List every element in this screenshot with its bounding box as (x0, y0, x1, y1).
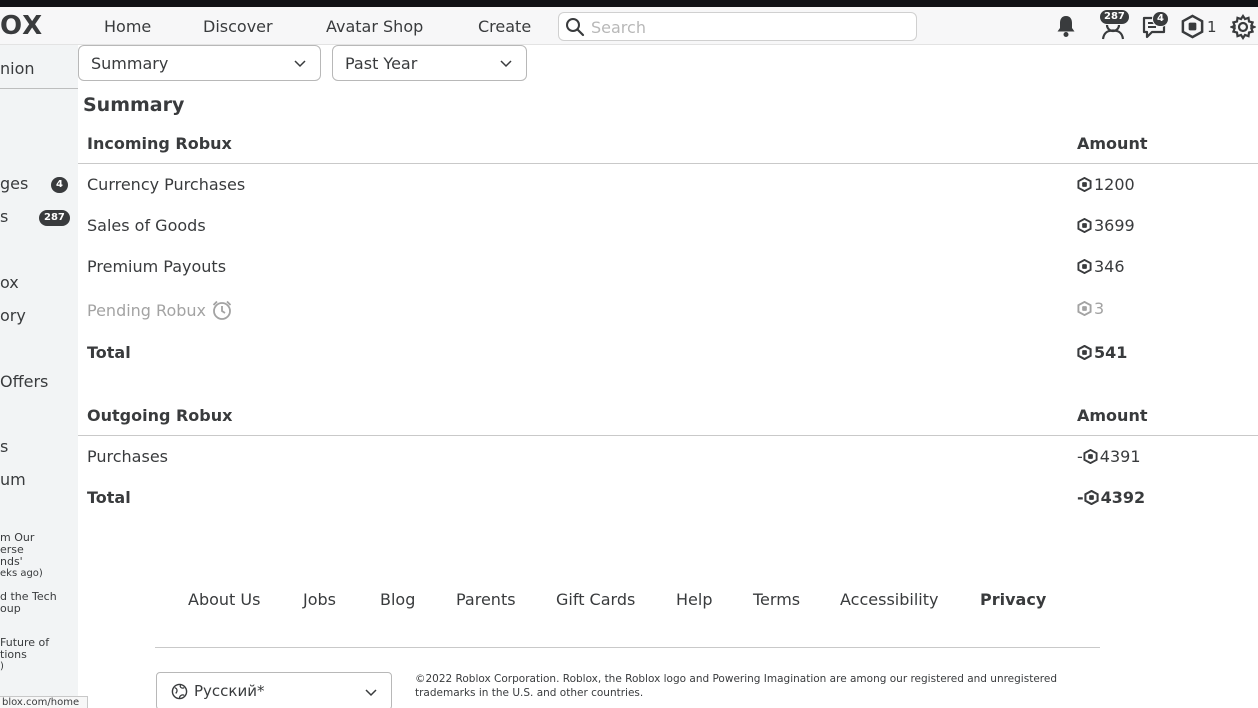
row-pending-robux-label: Pending Robux (87, 299, 233, 321)
event-title-line: tions (0, 648, 27, 661)
incoming-header: Incoming Robux (87, 134, 232, 153)
amount-value: 1200 (1094, 175, 1135, 194)
time-period-select[interactable]: Past Year (332, 45, 527, 81)
top-navbar: OX Home Discover Avatar Shop Create 287 … (0, 7, 1258, 45)
sidebar-item-robux[interactable]: ox (0, 273, 19, 292)
sidebar-item-messages[interactable]: ges (0, 174, 28, 193)
search-input[interactable] (591, 16, 911, 38)
globe-icon (171, 683, 188, 700)
alarm-clock-icon[interactable] (211, 299, 233, 321)
row-purchases-amount: -4391 (1077, 447, 1141, 466)
sidebar-messages-badge: 4 (51, 177, 68, 193)
row-purchases-label: Purchases (87, 447, 168, 466)
robux-icon (1077, 301, 1092, 316)
sidebar-item-friends[interactable]: s (0, 207, 8, 226)
row-sales-of-goods-amount: 3699 (1077, 216, 1135, 235)
event-title-line: nds' (0, 555, 23, 568)
search-box[interactable] (558, 12, 917, 41)
amount-value: 346 (1094, 257, 1125, 276)
copyright-line-1: ©2022 Roblox Corporation. Roblox, the Ro… (415, 673, 1057, 685)
nav-create-link[interactable]: Create (478, 17, 531, 36)
transaction-type-select[interactable]: Summary (78, 45, 321, 81)
robux-icon (1084, 490, 1099, 505)
amount-value: 3699 (1094, 216, 1135, 235)
window-top-strip (0, 0, 1258, 7)
search-icon (566, 18, 585, 37)
row-currency-purchases-label: Currency Purchases (87, 175, 246, 194)
amount-value: 4392 (1100, 488, 1146, 507)
robux-icon (1077, 345, 1092, 360)
outgoing-total-label: Total (87, 488, 131, 507)
footer-help-link[interactable]: Help (676, 590, 712, 609)
incoming-total-amount: 541 (1077, 343, 1127, 362)
amount-value: 541 (1094, 343, 1128, 362)
amount-sign: - (1077, 488, 1084, 507)
row-pending-robux-amount: 3 (1077, 299, 1104, 318)
friends-badge: 287 (1099, 9, 1130, 25)
robux-icon (1083, 449, 1098, 464)
chevron-down-icon (294, 60, 306, 68)
sidebar-item-blog[interactable]: s (0, 437, 8, 456)
language-select[interactable]: Русский* (156, 672, 392, 708)
language-value: Русский* (194, 682, 265, 700)
robux-icon[interactable] (1180, 14, 1205, 39)
footer-gift-cards-link[interactable]: Gift Cards (556, 590, 635, 609)
pending-label-text: Pending Robux (87, 301, 206, 320)
incoming-header-divider (78, 163, 1258, 164)
event-time: eks ago) (0, 568, 43, 579)
transactions-content: Summary Past Year Summary Incoming Robux… (78, 45, 1258, 708)
footer-privacy-link[interactable]: Privacy (980, 590, 1046, 609)
footer-terms-link[interactable]: Terms (753, 590, 800, 609)
robux-balance[interactable]: 1 (1207, 18, 1217, 36)
nav-discover-link[interactable]: Discover (203, 17, 273, 36)
sidebar-friends-badge: 287 (39, 210, 70, 226)
copyright-line-2: trademarks in the U.S. and other countri… (415, 687, 644, 699)
incoming-total-label: Total (87, 343, 131, 362)
bell-icon[interactable] (1053, 13, 1079, 39)
roblox-logo[interactable]: OX (0, 11, 43, 41)
nav-avatar-shop-link[interactable]: Avatar Shop (326, 17, 423, 36)
sidebar-item-premium[interactable]: um (0, 470, 26, 489)
status-url-tooltip: blox.com/home (0, 696, 88, 708)
gear-icon[interactable] (1230, 14, 1256, 40)
robux-icon (1077, 259, 1092, 274)
outgoing-header: Outgoing Robux (87, 406, 233, 425)
footer-jobs-link[interactable]: Jobs (303, 590, 336, 609)
sidebar-divider (0, 88, 78, 89)
amount-value: 3 (1094, 299, 1105, 318)
sidebar-item-trade-offers[interactable]: Offers (0, 372, 48, 391)
row-premium-payouts-amount: 346 (1077, 257, 1125, 276)
chevron-down-icon (500, 60, 512, 68)
robux-icon (1077, 177, 1092, 192)
row-currency-purchases-amount: 1200 (1077, 175, 1135, 194)
event-title-line: oup (0, 602, 21, 615)
event-time: ) (0, 661, 4, 672)
outgoing-amount-header: Amount (1077, 406, 1148, 425)
amount-value: 4391 (1099, 447, 1141, 466)
copyright-text: ©2022 Roblox Corporation. Roblox, the Ro… (415, 672, 1075, 700)
row-sales-of-goods-label: Sales of Goods (87, 216, 206, 235)
outgoing-header-divider (78, 435, 1258, 436)
transaction-type-value: Summary (91, 54, 169, 73)
footer-parents-link[interactable]: Parents (456, 590, 516, 609)
messages-badge: 4 (1152, 11, 1169, 27)
robux-icon (1077, 218, 1092, 233)
sidebar-item-inventory[interactable]: ory (0, 306, 26, 325)
footer-accessibility-link[interactable]: Accessibility (840, 590, 938, 609)
outgoing-total-amount: -4392 (1077, 488, 1145, 507)
summary-title: Summary (83, 94, 185, 116)
sidebar-item-profile[interactable]: nion (0, 59, 35, 78)
footer-blog-link[interactable]: Blog (380, 590, 415, 609)
row-premium-payouts-label: Premium Payouts (87, 257, 227, 276)
incoming-amount-header: Amount (1077, 134, 1148, 153)
chevron-down-icon (365, 689, 377, 697)
footer-divider (155, 647, 1100, 648)
footer-about-us-link[interactable]: About Us (188, 590, 260, 609)
nav-home-link[interactable]: Home (104, 17, 151, 36)
left-sidebar: nion ges 4 s 287 ox ory Offers s um m Ou… (0, 45, 78, 708)
time-period-value: Past Year (345, 54, 418, 73)
